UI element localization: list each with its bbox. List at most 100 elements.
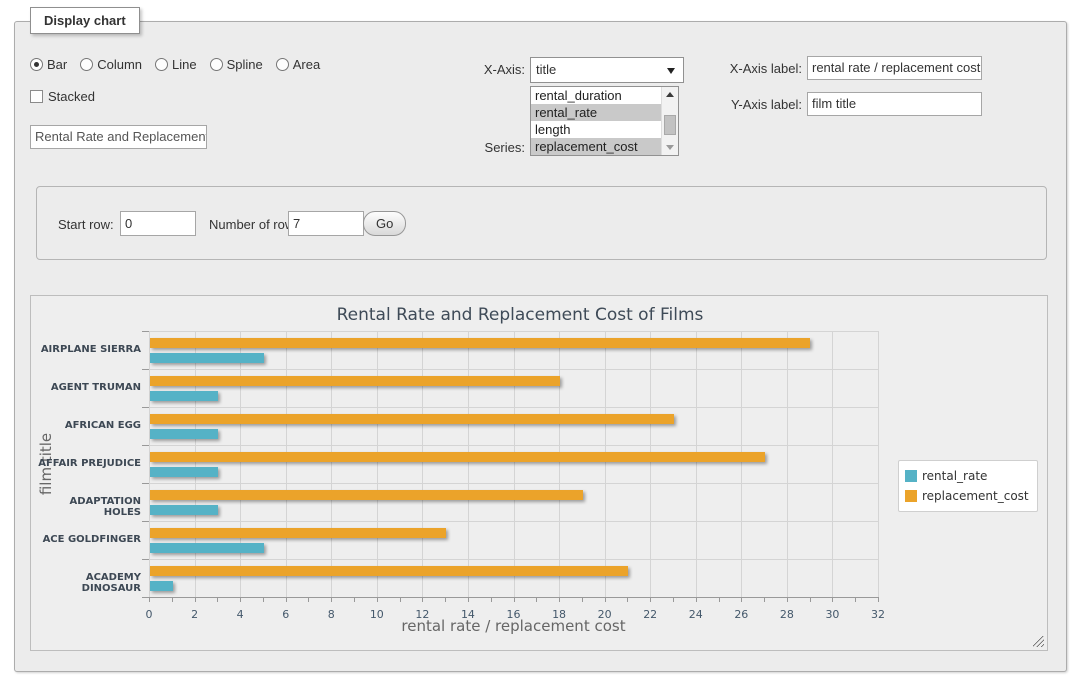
bar-replacement_cost[interactable]	[150, 490, 583, 500]
series-scrollbar[interactable]	[661, 87, 678, 155]
gridline-vertical	[240, 331, 241, 597]
chart-type-label: Bar	[47, 57, 67, 72]
start-row-input[interactable]: 0	[120, 211, 196, 236]
bar-rental_rate[interactable]	[150, 353, 264, 363]
gridline-vertical	[331, 331, 332, 597]
x-axis-tick	[331, 598, 332, 602]
bar-replacement_cost[interactable]	[150, 338, 810, 348]
chart-container: Rental Rate and Replacement Cost of Film…	[30, 295, 1048, 651]
series-option-rental_rate[interactable]: rental_rate	[531, 104, 661, 121]
bar-rental_rate[interactable]	[150, 429, 218, 439]
category-label: AGENT TRUMAN	[31, 382, 141, 393]
bar-rental_rate[interactable]	[150, 543, 264, 553]
x-axis-tick	[514, 598, 515, 602]
start-row-label: Start row:	[58, 217, 114, 232]
category-label: AFRICAN EGG	[31, 420, 141, 431]
y-axis-label-input[interactable]: film title	[807, 92, 982, 116]
x-axis-tick-label: 6	[266, 608, 306, 621]
gridline-horizontal	[149, 407, 878, 408]
radio-icon[interactable]	[276, 58, 289, 71]
legend-item-rental_rate[interactable]: rental_rate	[905, 466, 1029, 486]
chart-type-label: Spline	[227, 57, 263, 72]
chart-type-label: Column	[97, 57, 142, 72]
gridline-horizontal	[149, 559, 878, 560]
x-axis-tick-label: 24	[676, 608, 716, 621]
x-axis-tick	[627, 598, 628, 602]
chart-type-option-area[interactable]: Area	[276, 57, 320, 72]
x-axis-tick	[149, 598, 150, 602]
chart-type-option-spline[interactable]: Spline	[210, 57, 263, 72]
y-axis-tick	[142, 407, 149, 408]
chart-type-option-bar[interactable]: Bar	[30, 57, 67, 72]
go-button[interactable]: Go	[363, 211, 406, 236]
bar-rental_rate[interactable]	[150, 467, 218, 477]
radio-icon[interactable]	[30, 58, 43, 71]
series-option-length[interactable]: length	[531, 121, 661, 138]
x-axis-tick	[195, 598, 196, 602]
chart-type-option-line[interactable]: Line	[155, 57, 197, 72]
bar-replacement_cost[interactable]	[150, 452, 765, 462]
bar-replacement_cost[interactable]	[150, 414, 674, 424]
x-axis-tick-label: 32	[858, 608, 898, 621]
bar-rental_rate[interactable]	[150, 391, 218, 401]
x-axis-tick	[308, 598, 309, 602]
y-axis-tick	[142, 559, 149, 560]
x-axis-tick	[878, 598, 879, 602]
bar-replacement_cost[interactable]	[150, 528, 446, 538]
number-of-rows-input[interactable]: 7	[288, 211, 364, 236]
bar-replacement_cost[interactable]	[150, 566, 628, 576]
x-axis-tick	[559, 598, 560, 602]
scrollbar-thumb[interactable]	[664, 115, 676, 135]
gridline-vertical	[559, 331, 560, 597]
gridline-vertical	[514, 331, 515, 597]
gridline-horizontal	[149, 445, 878, 446]
arrow-up-icon	[666, 92, 674, 97]
y-axis-label-label: Y-Axis label:	[705, 97, 802, 112]
x-axis-tick-label: 8	[311, 608, 351, 621]
x-axis-select-label: X-Axis:	[425, 62, 525, 77]
bar-rental_rate[interactable]	[150, 581, 173, 591]
x-axis-tick	[719, 598, 720, 602]
gridline-vertical	[696, 331, 697, 597]
series-option-replacement_cost[interactable]: replacement_cost	[531, 138, 661, 155]
x-axis-tick	[810, 598, 811, 602]
radio-icon[interactable]	[80, 58, 93, 71]
radio-icon[interactable]	[155, 58, 168, 71]
x-axis-label-input[interactable]: rental rate / replacement cost	[807, 56, 982, 80]
chart-title-input[interactable]: Rental Rate and Replacement Cost of Film…	[30, 125, 207, 149]
radio-icon[interactable]	[210, 58, 223, 71]
fieldset-legend: Display chart	[30, 7, 140, 34]
x-axis-tick	[764, 598, 765, 602]
chart-type-label: Area	[293, 57, 320, 72]
x-axis-tick-label: 28	[767, 608, 807, 621]
y-axis-tick	[142, 445, 149, 446]
gridline-vertical	[286, 331, 287, 597]
legend-label: rental_rate	[922, 469, 987, 483]
bar-rental_rate[interactable]	[150, 505, 218, 515]
resize-handle-icon[interactable]	[1033, 636, 1044, 647]
scrollbar-down-button[interactable]	[662, 140, 679, 155]
legend-label: replacement_cost	[922, 489, 1029, 503]
x-axis-tick	[286, 598, 287, 602]
x-axis-tick	[354, 598, 355, 602]
stacked-checkbox-row[interactable]: Stacked	[30, 89, 95, 104]
x-axis-tick	[582, 598, 583, 602]
legend-item-replacement_cost[interactable]: replacement_cost	[905, 486, 1029, 506]
gridline-vertical	[832, 331, 833, 597]
bar-replacement_cost[interactable]	[150, 376, 560, 386]
x-axis-tick-label: 18	[539, 608, 579, 621]
arrow-down-icon	[666, 145, 674, 150]
x-axis-select[interactable]: title	[530, 57, 684, 83]
gridline-vertical	[787, 331, 788, 597]
chart-type-option-column[interactable]: Column	[80, 57, 142, 72]
series-select-label: Series:	[425, 140, 525, 155]
series-multiselect[interactable]: rental_durationrental_ratelengthreplacem…	[530, 86, 679, 156]
scrollbar-up-button[interactable]	[662, 87, 679, 102]
x-axis-label-label: X-Axis label:	[705, 61, 802, 76]
gridline-vertical	[605, 331, 606, 597]
x-axis-tick-label: 16	[494, 608, 534, 621]
stacked-checkbox[interactable]	[30, 90, 43, 103]
series-option-rental_duration[interactable]: rental_duration	[531, 87, 661, 104]
x-axis-tick-label: 2	[175, 608, 215, 621]
x-axis-tick-label: 22	[630, 608, 670, 621]
